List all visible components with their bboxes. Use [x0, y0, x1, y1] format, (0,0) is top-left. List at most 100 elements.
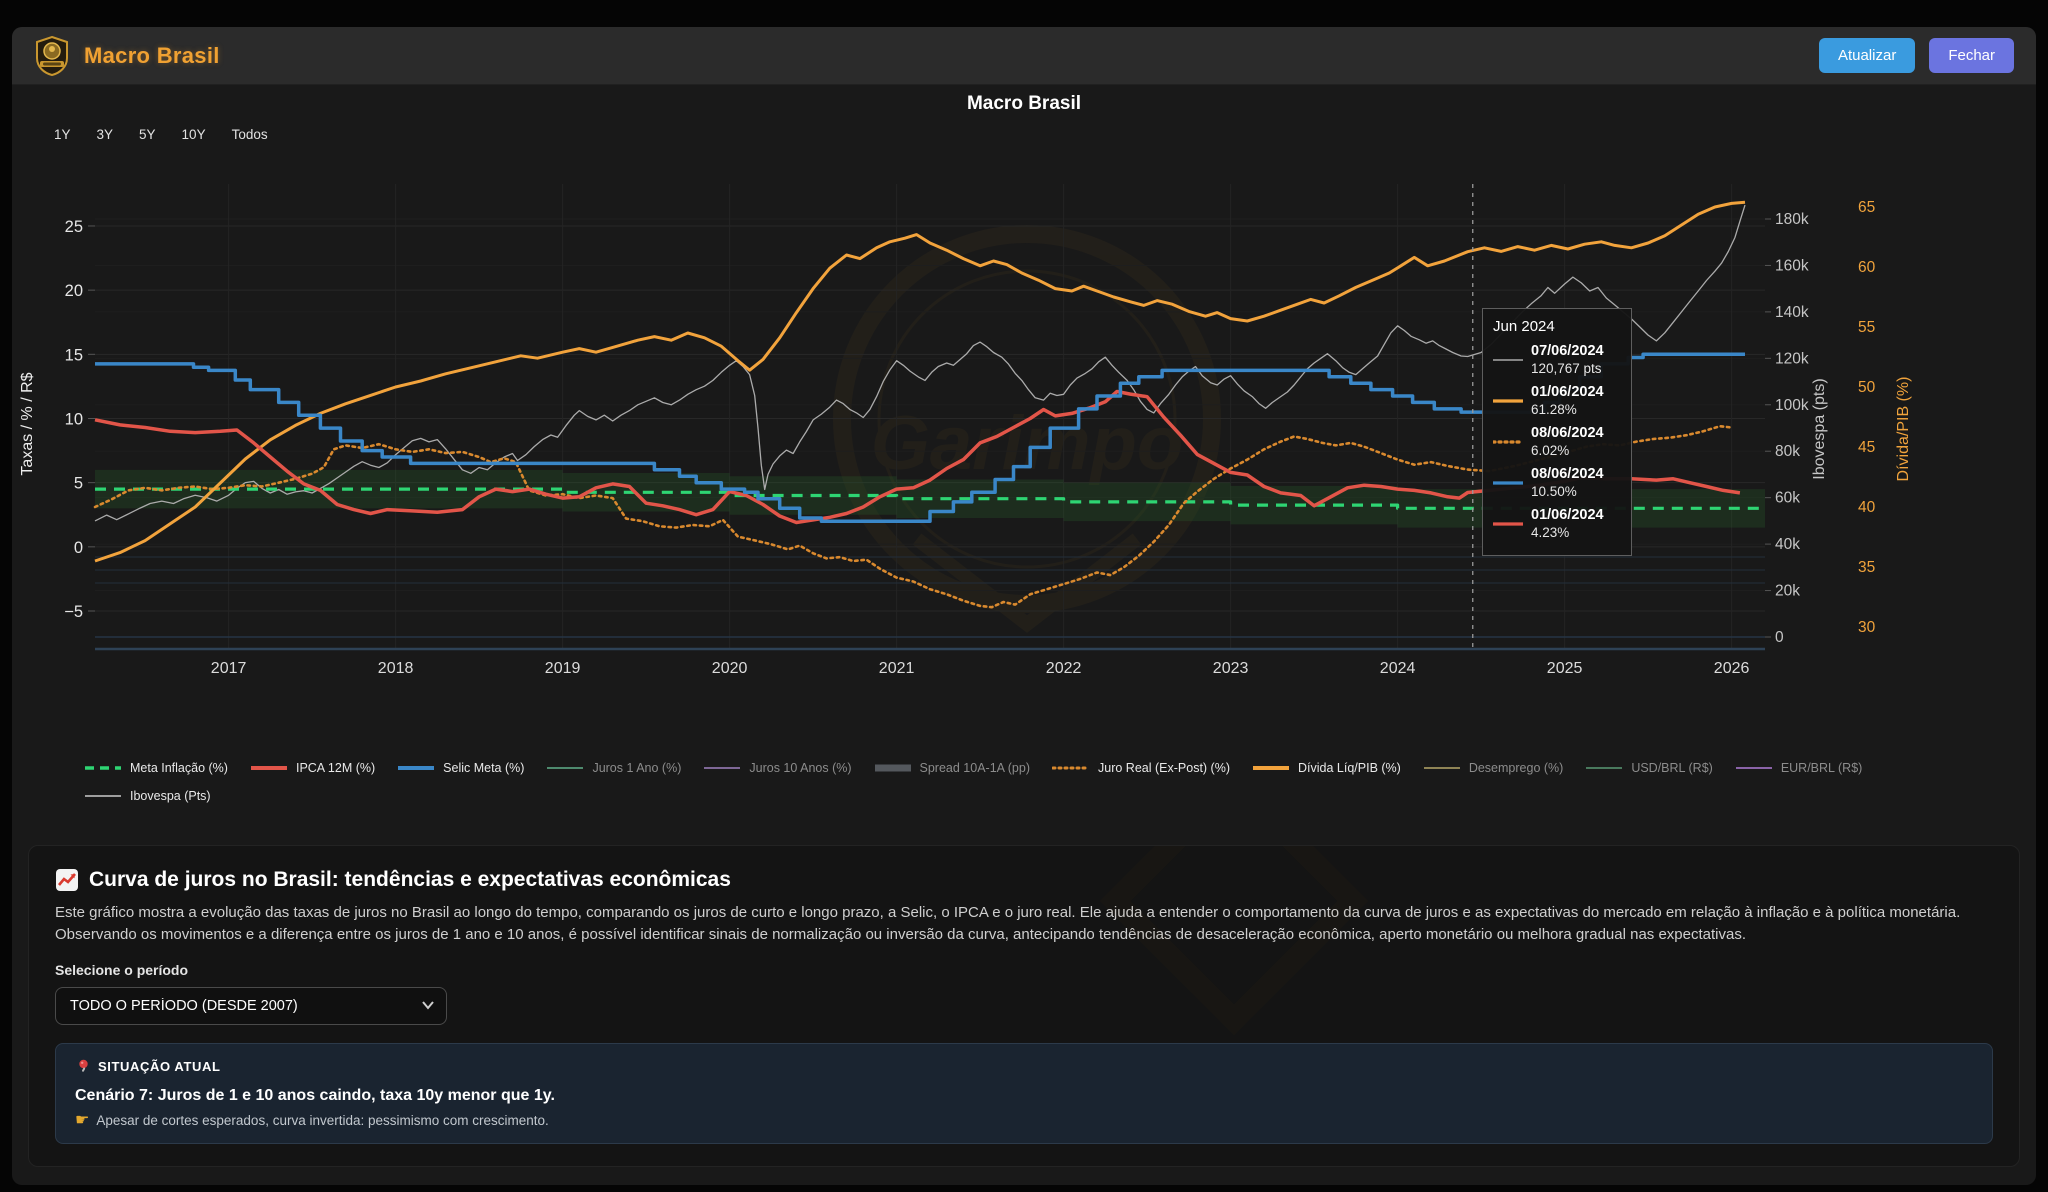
legend-item-ibovespa[interactable]: Ibovespa (Pts) — [84, 789, 211, 803]
tooltip-date-title: Jun 2024 — [1493, 318, 1621, 335]
svg-text:2026: 2026 — [1714, 660, 1750, 677]
macro-chart-canvas[interactable]: Garimpo−50510152025020k40k60k80k100k120k… — [12, 169, 2036, 689]
svg-text:60: 60 — [1858, 259, 1876, 276]
svg-text:180k: 180k — [1775, 211, 1809, 228]
svg-text:Dívida/PIB (%): Dívida/PIB (%) — [1895, 377, 1912, 482]
legend-item-ipca[interactable]: IPCA 12M (%) — [250, 761, 375, 775]
tooltip-swatch-divida-icon — [1493, 398, 1523, 404]
situation-note: Apesar de cortes esperados, curva invert… — [96, 1113, 548, 1128]
range-button-1y[interactable]: 1Y — [54, 127, 71, 147]
period-select[interactable]: TODO O PERÍODO (DESDE 2007) — [55, 987, 447, 1025]
tooltip-swatch-selic-icon — [1493, 480, 1523, 486]
tooltip-row-ipca: 01/06/20244.23% — [1493, 506, 1621, 541]
tooltip-value: 4.23% — [1531, 524, 1604, 541]
range-selector: 1Y 3Y 5Y 10Y Todos — [54, 127, 2036, 147]
legend-item-juros10[interactable]: Juros 10 Anos (%) — [703, 761, 851, 775]
legend-label-juros1: Juros 1 Ano (%) — [592, 761, 681, 775]
tooltip-value: 120,767 pts — [1531, 360, 1604, 377]
legend-swatch-juro_real — [1052, 764, 1090, 772]
legend-swatch-juros10 — [703, 764, 741, 772]
legend-item-divida[interactable]: Dívida Líq/PIB (%) — [1252, 761, 1401, 775]
svg-text:80k: 80k — [1775, 443, 1800, 460]
app-panel: Macro Brasil Atualizar Fechar Macro Bras… — [12, 27, 2036, 1185]
svg-text:65: 65 — [1858, 199, 1875, 216]
info-title-row: Curva de juros no Brasil: tendências e e… — [55, 868, 1993, 892]
range-button-5y[interactable]: 5Y — [139, 127, 156, 147]
svg-text:2023: 2023 — [1213, 660, 1249, 677]
legend-swatch-divida — [1252, 764, 1290, 772]
garimpo-watermark: Garimpo — [842, 234, 1212, 624]
legend-label-ibovespa: Ibovespa (Pts) — [130, 789, 211, 803]
tooltip-value: 61.28% — [1531, 401, 1604, 418]
svg-text:2024: 2024 — [1380, 660, 1416, 677]
tooltip-date: 08/06/2024 — [1531, 424, 1604, 442]
svg-text:140k: 140k — [1775, 304, 1809, 321]
svg-text:Garimpo: Garimpo — [871, 401, 1184, 486]
range-button-3y[interactable]: 3Y — [97, 127, 114, 147]
legend-item-juros1[interactable]: Juros 1 Ano (%) — [546, 761, 681, 775]
legend-swatch-spread — [874, 764, 912, 772]
svg-text:35: 35 — [1858, 559, 1875, 576]
situation-note-row: ☛ Apesar de cortes esperados, curva inve… — [75, 1113, 1973, 1128]
legend-swatch-desemprego — [1423, 764, 1461, 772]
tooltip-swatch-juro_real-icon — [1493, 439, 1523, 445]
legend-swatch-eurbrl — [1735, 764, 1773, 772]
tooltip-row-selic: 08/06/202410.50% — [1493, 465, 1621, 500]
legend-swatch-selic — [397, 764, 435, 772]
range-button-10y[interactable]: 10Y — [182, 127, 206, 147]
situation-header: SITUAÇÃO ATUAL — [98, 1059, 221, 1074]
svg-text:0: 0 — [1775, 629, 1784, 646]
svg-text:40: 40 — [1858, 499, 1876, 516]
situation-scenario: Cenário 7: Juros de 1 e 10 anos caindo, … — [75, 1087, 1973, 1105]
chart-increasing-icon — [55, 868, 79, 892]
svg-text:10: 10 — [65, 410, 83, 428]
info-description: Este gráfico mostra a evolução das taxas… — [55, 902, 1993, 946]
legend-item-desemprego[interactable]: Desemprego (%) — [1423, 761, 1563, 775]
tooltip-row-juro_real: 08/06/20246.02% — [1493, 424, 1621, 459]
close-button[interactable]: Fechar — [1929, 38, 2014, 73]
legend-swatch-juros1 — [546, 764, 584, 772]
period-select-wrap: TODO O PERÍODO (DESDE 2007) — [55, 987, 447, 1025]
tooltip-date: 01/06/2024 — [1531, 383, 1604, 401]
legend-item-selic[interactable]: Selic Meta (%) — [397, 761, 524, 775]
svg-text:2019: 2019 — [545, 660, 581, 677]
range-button-todos[interactable]: Todos — [232, 127, 268, 147]
svg-text:2021: 2021 — [879, 660, 915, 677]
svg-text:60k: 60k — [1775, 490, 1800, 507]
garimpo-crest-logo-icon — [34, 36, 70, 76]
legend-item-usdbrl[interactable]: USD/BRL (R$) — [1585, 761, 1713, 775]
tooltip-date: 08/06/2024 — [1531, 465, 1604, 483]
svg-text:55: 55 — [1858, 319, 1875, 336]
svg-text:0: 0 — [74, 539, 83, 557]
svg-text:5: 5 — [74, 475, 83, 493]
svg-text:15: 15 — [65, 346, 83, 364]
tooltip-date: 01/06/2024 — [1531, 506, 1604, 524]
legend-label-meta: Meta Inflação (%) — [130, 761, 228, 775]
tooltip-date: 07/06/2024 — [1531, 342, 1604, 360]
tooltip-row-ibovespa: 07/06/2024120,767 pts — [1493, 342, 1621, 377]
tooltip-row-divida: 01/06/202461.28% — [1493, 383, 1621, 418]
svg-text:Taxas / % / R$: Taxas / % / R$ — [19, 372, 36, 475]
info-title: Curva de juros no Brasil: tendências e e… — [89, 868, 731, 892]
situation-header-row: SITUAÇÃO ATUAL — [75, 1059, 1973, 1075]
legend-label-juro_real: Juro Real (Ex-Post) (%) — [1098, 761, 1230, 775]
legend-swatch-ipca — [250, 764, 288, 772]
chart-title: Macro Brasil — [12, 93, 2036, 115]
svg-text:30: 30 — [1858, 619, 1876, 636]
legend-item-meta[interactable]: Meta Inflação (%) — [84, 761, 228, 775]
svg-text:120k: 120k — [1775, 350, 1809, 367]
pushpin-icon — [75, 1059, 90, 1075]
tooltip-value: 10.50% — [1531, 483, 1604, 500]
legend-item-juro_real[interactable]: Juro Real (Ex-Post) (%) — [1052, 761, 1230, 775]
svg-text:50: 50 — [1858, 379, 1876, 396]
legend-item-spread[interactable]: Spread 10A-1A (pp) — [874, 761, 1031, 775]
refresh-button[interactable]: Atualizar — [1819, 38, 1915, 73]
svg-text:−5: −5 — [64, 603, 83, 621]
info-card: Curva de juros no Brasil: tendências e e… — [28, 845, 2020, 1167]
svg-text:2022: 2022 — [1046, 660, 1082, 677]
period-select-label: Selecione o período — [55, 962, 1993, 978]
legend-label-divida: Dívida Líq/PIB (%) — [1298, 761, 1401, 775]
svg-text:45: 45 — [1858, 439, 1875, 456]
legend-item-eurbrl[interactable]: EUR/BRL (R$) — [1735, 761, 1863, 775]
svg-text:20: 20 — [65, 282, 83, 300]
